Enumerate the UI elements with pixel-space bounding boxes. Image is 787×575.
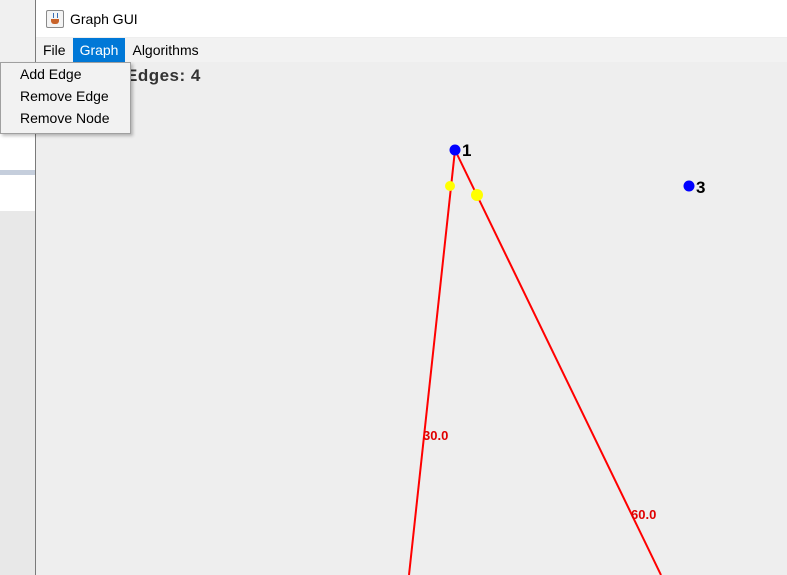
graph-drawing[interactable]: 1 3 30.0 60.0 [36, 62, 787, 575]
menu-item-add-edge[interactable]: Add Edge [1, 63, 130, 85]
background-window-panel [0, 211, 36, 575]
edge-weight-label: 60.0 [631, 507, 656, 522]
graph-canvas[interactable]: Edges: 4 1 3 30.0 60.0 [36, 62, 787, 575]
node-label-1: 1 [462, 141, 471, 160]
edge-arrow-marker [471, 189, 483, 201]
graph-menu-popup: Add Edge Remove Edge Remove Node [0, 62, 131, 134]
window-title: Graph GUI [70, 10, 138, 27]
menu-algorithms[interactable]: Algorithms [125, 38, 205, 62]
edge-arrow-marker [445, 181, 455, 191]
menu-item-remove-edge[interactable]: Remove Edge [1, 85, 130, 107]
menu-bar: File Graph Algorithms [36, 38, 787, 62]
edge-line[interactable] [408, 149, 456, 575]
menu-graph[interactable]: Graph [72, 38, 126, 62]
java-app-icon [46, 9, 64, 28]
background-window-panel [0, 175, 36, 211]
title-bar[interactable]: Graph GUI [36, 0, 787, 37]
menu-file[interactable]: File [36, 38, 73, 62]
node-label-3: 3 [696, 178, 705, 197]
graph-node-3[interactable] [683, 180, 695, 192]
edge-weight-label: 30.0 [423, 428, 448, 443]
menu-item-remove-node[interactable]: Remove Node [1, 107, 130, 129]
graph-node-1[interactable] [449, 144, 461, 156]
background-window-panel [0, 134, 36, 170]
graph-gui-window: Graph GUI File Graph Algorithms Edges: 4… [35, 0, 787, 575]
